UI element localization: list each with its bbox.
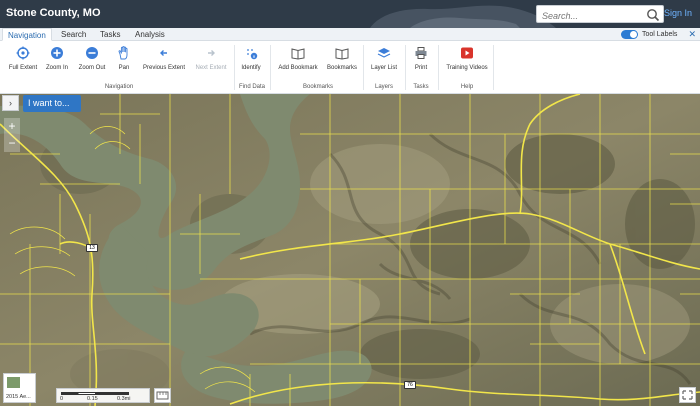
layer-list-label: Layer List [370, 65, 397, 71]
full-extent-label: Full Extent [8, 65, 38, 71]
print-button[interactable]: Print [411, 46, 431, 80]
scale-tick-1: 0.15 [87, 396, 98, 402]
zoom-out-icon [86, 47, 98, 59]
add-bookmark-label: Add Bookmark [278, 65, 318, 71]
divider [438, 45, 439, 90]
next-extent-button[interactable]: Next Extent [193, 46, 229, 80]
sign-in-link[interactable]: Sign In [664, 8, 692, 18]
i-want-to-button[interactable]: I want to... [23, 95, 81, 112]
search-box[interactable] [536, 5, 664, 24]
group-label-bookmarks: Bookmarks [302, 84, 333, 90]
full-extent-icon [16, 46, 30, 60]
app-header: Stone County, MO Sign In [0, 0, 700, 28]
hand-icon [118, 46, 128, 60]
tab-analysis[interactable]: Analysis [130, 28, 170, 41]
expand-icon [682, 390, 693, 400]
add-bookmark-icon [291, 48, 305, 60]
scale-tick-2: 0.3mi [117, 396, 131, 402]
aerial-imagery[interactable] [0, 94, 700, 406]
tool-labels-toggle[interactable] [621, 30, 638, 39]
scale-tick-0: 0 [60, 396, 64, 402]
next-extent-label: Next Extent [195, 65, 227, 71]
zoom-in-label: Zoom In [45, 65, 68, 71]
overview-map-button[interactable] [679, 387, 696, 403]
app-title: Stone County, MO [6, 7, 101, 19]
search-icon[interactable] [646, 8, 660, 22]
zoom-in-icon [51, 47, 63, 59]
divider [493, 45, 494, 90]
group-label-layers: Layers [374, 84, 393, 90]
close-icon[interactable]: ✕ [688, 28, 696, 41]
map-view[interactable]: › I want to... + − 13 76 2015 Ae... 0 0.… [0, 94, 700, 406]
zoom-out-label: Zoom Out [78, 65, 106, 71]
tab-search[interactable]: Search [56, 28, 91, 41]
zoom-out-button[interactable]: Zoom Out [76, 46, 108, 80]
bookmarks-button[interactable]: Bookmarks [326, 46, 358, 80]
scale-bar: 0 0.15 0.3mi [56, 388, 150, 403]
map-zoom-out-button[interactable]: − [4, 135, 20, 152]
basemap-label: 2015 Ae... [6, 394, 31, 400]
identify-label: Identify [241, 65, 261, 71]
search-input[interactable] [537, 8, 641, 24]
previous-extent-button[interactable]: Previous Extent [142, 46, 186, 80]
training-videos-button[interactable]: Training Videos [444, 46, 490, 80]
video-play-icon [461, 47, 473, 59]
scale-bar-graphic [61, 392, 129, 395]
full-extent-button[interactable]: Full Extent [6, 46, 40, 80]
gis-app: Stone County, MO Sign In Navigation Sear… [0, 0, 700, 406]
identify-button[interactable]: Identify [238, 46, 264, 80]
previous-extent-label: Previous Extent [142, 65, 186, 71]
zoom-in-button[interactable]: Zoom In [44, 46, 70, 80]
measure-button[interactable] [154, 388, 171, 403]
divider [363, 45, 364, 90]
pan-label: Pan [118, 65, 130, 71]
divider [234, 45, 235, 90]
basemap-switcher[interactable]: 2015 Ae... [3, 373, 36, 403]
tab-tasks[interactable]: Tasks [95, 28, 125, 41]
layers-icon [377, 48, 391, 58]
tool-labels-label: Tool Labels [642, 31, 678, 38]
divider [270, 45, 271, 90]
group-label-navigation: Navigation [104, 84, 134, 90]
arrow-left-icon [160, 50, 167, 56]
print-icon [415, 47, 427, 59]
tab-navigation[interactable]: Navigation [2, 28, 52, 41]
map-zoom-in-button[interactable]: + [4, 118, 20, 135]
add-bookmark-button[interactable]: Add Bookmark [276, 46, 320, 80]
measure-icon [156, 391, 169, 400]
side-panel-toggle[interactable]: › [2, 95, 19, 111]
layer-list-button[interactable]: Layer List [369, 46, 399, 80]
zoom-control: + − [4, 118, 20, 152]
identify-icon [247, 49, 258, 60]
divider [405, 45, 406, 90]
highway-shield-13: 13 [86, 244, 98, 252]
bookmarks-label: Bookmarks [326, 65, 357, 71]
training-videos-label: Training Videos [446, 65, 488, 71]
highway-shield-76: 76 [404, 381, 416, 389]
group-label-tasks: Tasks [413, 84, 429, 90]
pan-button[interactable]: Pan [115, 46, 133, 80]
tab-bar: Navigation Search Tasks Analysis Tool La… [0, 28, 700, 41]
group-label-help: Help [460, 84, 474, 90]
book-icon [335, 48, 349, 60]
group-label-find-data: Find Data [238, 84, 265, 90]
arrow-right-icon [208, 50, 215, 56]
basemap-thumbnail [7, 377, 20, 388]
print-label: Print [414, 65, 428, 71]
toolbar-ribbon: Full Extent Zoom In Zoom Out Pan Previou… [0, 41, 700, 94]
